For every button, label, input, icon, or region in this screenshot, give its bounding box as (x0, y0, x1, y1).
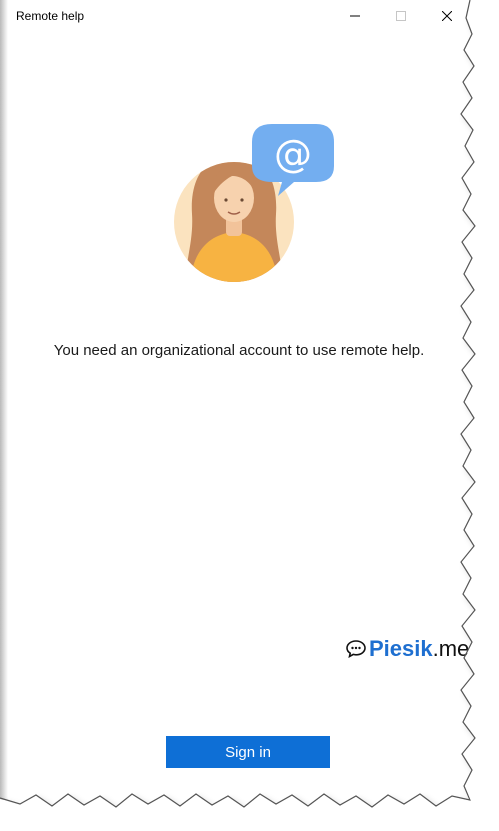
torn-edge-border (0, 0, 499, 831)
